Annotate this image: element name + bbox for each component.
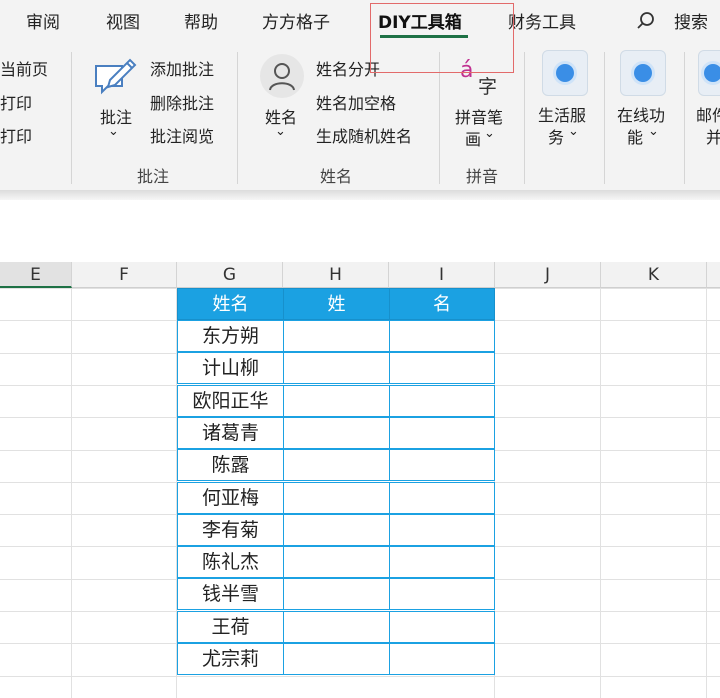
tab-view[interactable]: 视图: [106, 8, 140, 33]
tab-help[interactable]: 帮助: [184, 8, 218, 33]
column-header-l[interactable]: [707, 262, 720, 288]
table-cell-fullname[interactable]: 计山柳: [177, 352, 284, 385]
chevron-down-icon[interactable]: ⌄: [484, 126, 495, 141]
table-cell-fullname[interactable]: 钱半雪: [177, 578, 284, 611]
table-cell-surname[interactable]: [283, 449, 390, 482]
gridline: [600, 288, 601, 698]
random-name-button[interactable]: 生成随机姓名: [316, 123, 412, 147]
tab-highlight-box: [370, 3, 514, 73]
column-header-e[interactable]: E: [0, 262, 72, 288]
table-cell-surname[interactable]: [283, 610, 390, 643]
gridline: [706, 288, 707, 698]
table-cell-given-name[interactable]: [389, 643, 495, 675]
online-function-button-line2[interactable]: 能: [627, 124, 643, 148]
life-service-icon: [542, 50, 588, 96]
table-cell-given-name[interactable]: [389, 578, 495, 611]
mail-merge-button[interactable]: 邮件: [696, 102, 720, 126]
name-group-label: 姓名: [320, 167, 353, 186]
table-cell-surname[interactable]: [283, 416, 390, 449]
mail-merge-icon: [698, 50, 720, 96]
chevron-down-icon[interactable]: ⌄: [275, 124, 286, 139]
column-header-k[interactable]: K: [601, 262, 707, 288]
table-cell-surname[interactable]: [283, 481, 390, 514]
table-header-surname[interactable]: 姓: [283, 288, 390, 320]
table-cell-surname[interactable]: [283, 352, 390, 385]
table-cell-fullname[interactable]: 陈礼杰: [177, 546, 284, 579]
table-cell-given-name[interactable]: [389, 546, 495, 579]
column-header-j[interactable]: J: [495, 262, 601, 288]
table-cell-given-name[interactable]: [389, 416, 495, 449]
gridline: [0, 675, 720, 677]
life-service-button-line2[interactable]: 务: [548, 124, 564, 148]
table-cell-given-name[interactable]: [389, 384, 495, 417]
group-separator: [604, 52, 605, 184]
chevron-down-icon[interactable]: ⌄: [108, 124, 119, 139]
table-cell-fullname[interactable]: 何亚梅: [177, 481, 284, 514]
table-cell-surname[interactable]: [283, 643, 390, 675]
table-header-fullname[interactable]: 姓名: [177, 288, 284, 320]
annotation-group-label: 批注: [137, 167, 170, 186]
table-cell-surname[interactable]: [283, 384, 390, 417]
view-annotation-button[interactable]: 批注阅览: [150, 123, 214, 147]
gridline: [71, 288, 72, 698]
pinyin-char-icon: 字: [478, 76, 498, 98]
annotation-pencil-icon: [95, 58, 137, 95]
table-cell-surname[interactable]: [283, 546, 390, 579]
group-separator: [71, 52, 72, 184]
column-header-f[interactable]: F: [72, 262, 177, 288]
table-cell-fullname[interactable]: 陈露: [177, 449, 284, 482]
ribbon-shadow: [0, 190, 720, 200]
table-cell-given-name[interactable]: [389, 320, 495, 352]
pinyin-stroke-button-line2[interactable]: 画: [465, 126, 481, 150]
current-page-print[interactable]: 当前页: [0, 56, 48, 80]
table-cell-surname[interactable]: [283, 320, 390, 352]
table-cell-given-name[interactable]: [389, 352, 495, 385]
chevron-down-icon[interactable]: ⌄: [648, 124, 659, 139]
online-function-button[interactable]: 在线功: [617, 102, 665, 126]
table-cell-given-name[interactable]: [389, 481, 495, 514]
pinyin-group-label: 拼音: [466, 167, 499, 186]
table-cell-given-name[interactable]: [389, 610, 495, 643]
search-label[interactable]: 搜索: [674, 8, 708, 33]
column-header-i[interactable]: I: [389, 262, 495, 288]
column-header-h[interactable]: H: [283, 262, 389, 288]
formula-bar-area[interactable]: [0, 200, 720, 263]
table-cell-fullname[interactable]: 李有菊: [177, 513, 284, 546]
add-annotation-button[interactable]: 添加批注: [150, 56, 214, 80]
name-add-space-button[interactable]: 姓名加空格: [316, 90, 396, 114]
table-cell-given-name[interactable]: [389, 513, 495, 546]
person-icon: [260, 54, 304, 98]
table-cell-fullname[interactable]: 尤宗莉: [177, 643, 284, 675]
tab-finance-tools[interactable]: 财务工具: [508, 8, 576, 33]
tab-review[interactable]: 审阅: [26, 8, 60, 33]
mail-merge-button-line2[interactable]: 并: [706, 124, 720, 148]
delete-annotation-button[interactable]: 删除批注: [150, 90, 214, 114]
print-item-1[interactable]: 打印: [0, 90, 32, 114]
ribbon-tab-bar: 审阅 视图 帮助 方方格子 DIY工具箱 财务工具 搜索: [0, 0, 720, 44]
print-item-2[interactable]: 打印: [0, 123, 32, 147]
table-header-given-name[interactable]: 名: [389, 288, 495, 320]
column-header-g[interactable]: G: [177, 262, 283, 288]
table-cell-fullname[interactable]: 东方朔: [177, 320, 284, 352]
table-cell-fullname[interactable]: 欧阳正华: [177, 384, 284, 417]
group-separator: [524, 52, 525, 184]
life-service-button[interactable]: 生活服: [538, 102, 586, 126]
table-cell-fullname[interactable]: 诸葛青: [177, 416, 284, 449]
group-separator: [237, 52, 238, 184]
tab-fangfang-gezi[interactable]: 方方格子: [262, 8, 330, 33]
table-cell-given-name[interactable]: [389, 449, 495, 482]
table-cell-surname[interactable]: [283, 578, 390, 611]
table-cell-fullname[interactable]: 王荷: [177, 610, 284, 643]
online-function-icon: [620, 50, 666, 96]
group-separator: [684, 52, 685, 184]
search-icon[interactable]: [636, 11, 656, 31]
table-cell-surname[interactable]: [283, 513, 390, 546]
chevron-down-icon[interactable]: ⌄: [568, 124, 579, 139]
pinyin-stroke-button[interactable]: 拼音笔: [455, 104, 503, 128]
